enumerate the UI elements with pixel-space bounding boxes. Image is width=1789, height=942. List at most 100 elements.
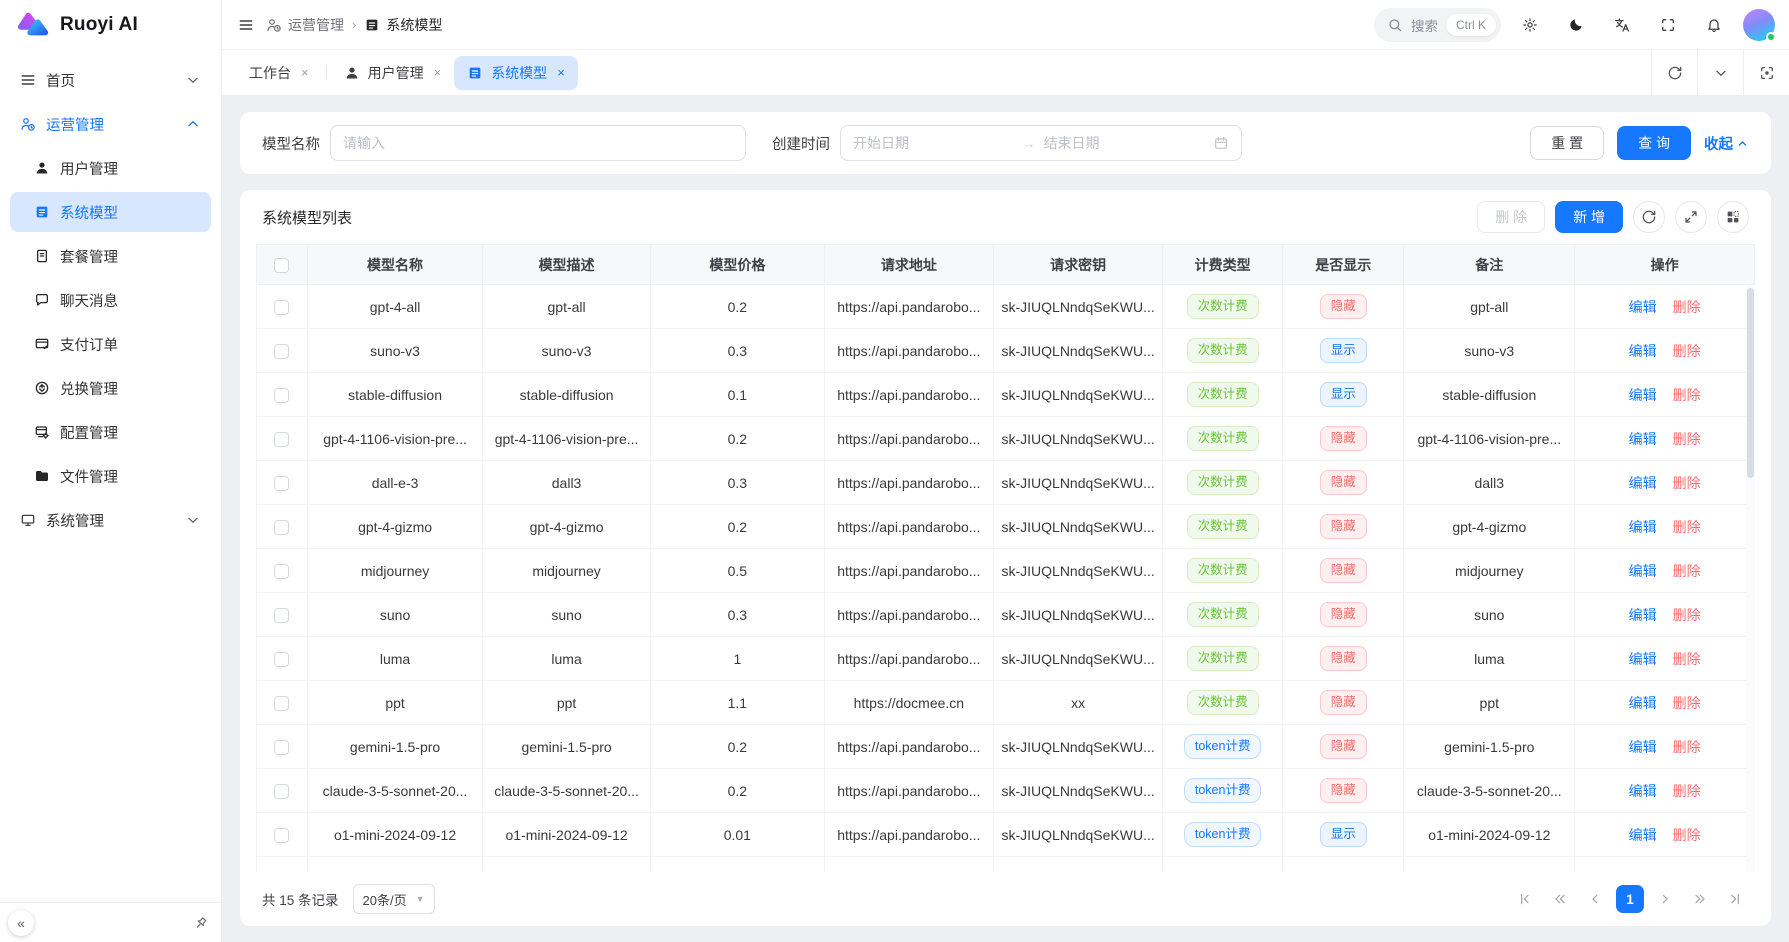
row-checkbox[interactable] — [274, 740, 289, 755]
tab-menu-button[interactable] — [1697, 50, 1743, 95]
first-page-button[interactable] — [1511, 885, 1539, 913]
sidebar-item-system-management[interactable]: 系统管理 — [10, 500, 211, 540]
prev-page-button[interactable] — [1581, 885, 1609, 913]
tab-user-management[interactable]: 用户管理 × — [331, 56, 455, 90]
sidebar-collapse-button[interactable]: « — [8, 910, 34, 936]
delete-link[interactable]: 删除 — [1673, 475, 1701, 491]
dark-mode-button[interactable] — [1559, 8, 1593, 42]
edit-link[interactable]: 编辑 — [1629, 827, 1657, 843]
edit-link[interactable]: 编辑 — [1629, 519, 1657, 535]
delete-link[interactable]: 删除 — [1673, 739, 1701, 755]
row-checkbox[interactable] — [274, 564, 289, 579]
table-scrollbar[interactable] — [1746, 285, 1755, 872]
edit-link[interactable]: 编辑 — [1629, 695, 1657, 711]
column-settings-button[interactable] — [1717, 201, 1749, 233]
delete-link[interactable]: 删除 — [1673, 827, 1701, 843]
edit-link[interactable]: 编辑 — [1629, 475, 1657, 491]
delete-button[interactable]: 删 除 — [1477, 201, 1545, 233]
hamburger-icon[interactable] — [238, 17, 254, 33]
user-avatar[interactable] — [1743, 9, 1775, 41]
close-icon[interactable]: × — [557, 65, 565, 80]
edit-link[interactable]: 编辑 — [1629, 563, 1657, 579]
edit-link[interactable]: 编辑 — [1629, 607, 1657, 623]
delete-link[interactable]: 删除 — [1673, 431, 1701, 447]
edit-link[interactable]: 编辑 — [1629, 783, 1657, 799]
row-checkbox[interactable] — [274, 784, 289, 799]
refresh-icon — [1667, 65, 1683, 81]
tab-system-models[interactable]: 系统模型 × — [454, 56, 578, 90]
edit-link[interactable]: 编辑 — [1629, 739, 1657, 755]
sidebar-item-exchange-management[interactable]: 兑换管理 — [10, 368, 211, 408]
table-row: sunosuno0.3https://api.pandarobo...sk-JI… — [257, 593, 1755, 637]
cell-request-key: sk-JIUQLNndqSeKWU... — [993, 813, 1162, 857]
edit-link[interactable]: 编辑 — [1629, 431, 1657, 447]
sidebar-item-config-management[interactable]: 配置管理 — [10, 412, 211, 452]
settings-button[interactable] — [1513, 8, 1547, 42]
sidebar-item-chat-messages[interactable]: 聊天消息 — [10, 280, 211, 320]
row-checkbox[interactable] — [274, 828, 289, 843]
row-checkbox[interactable] — [274, 608, 289, 623]
delete-link[interactable]: 删除 — [1673, 387, 1701, 403]
breadcrumb-parent[interactable]: 运营管理 — [266, 15, 344, 35]
tab-workbench[interactable]: 工作台 × — [236, 56, 322, 90]
delete-link[interactable]: 删除 — [1673, 343, 1701, 359]
edit-link[interactable]: 编辑 — [1629, 343, 1657, 359]
collapse-filter-link[interactable]: 收起 — [1704, 133, 1749, 154]
current-page-button[interactable]: 1 — [1616, 885, 1644, 913]
row-checkbox[interactable] — [274, 520, 289, 535]
next-10-button[interactable] — [1686, 885, 1714, 913]
row-checkbox[interactable] — [274, 388, 289, 403]
row-checkbox[interactable] — [274, 432, 289, 447]
sidebar-item-payment-orders[interactable]: 支付订单 — [10, 324, 211, 364]
content-fullscreen-button[interactable] — [1743, 50, 1789, 95]
sidebar-item-package-management[interactable]: 套餐管理 — [10, 236, 211, 276]
fullscreen-button[interactable] — [1651, 8, 1685, 42]
reset-button[interactable]: 重 置 — [1530, 126, 1604, 160]
delete-link[interactable]: 删除 — [1673, 519, 1701, 535]
search-button[interactable]: 查 询 — [1617, 126, 1691, 160]
breadcrumb-current[interactable]: 系统模型 — [364, 15, 442, 35]
select-all-checkbox[interactable] — [274, 258, 289, 273]
sidebar-item-file-management[interactable]: 文件管理 — [10, 456, 211, 496]
date-range-picker[interactable]: 开始日期 → 结束日期 — [840, 125, 1242, 161]
add-button[interactable]: 新 增 — [1555, 201, 1623, 233]
language-button[interactable] — [1605, 8, 1639, 42]
app-logo[interactable]: Ruoyi AI — [0, 0, 221, 50]
delete-link[interactable]: 删除 — [1673, 563, 1701, 579]
notifications-button[interactable] — [1697, 8, 1731, 42]
table-row: gemini-1.5-progemini-1.5-pro0.2https://a… — [257, 725, 1755, 769]
filter-card: 模型名称 创建时间 开始日期 → 结束日期 重 置 查 询 收起 — [240, 112, 1771, 174]
last-page-button[interactable] — [1721, 885, 1749, 913]
sidebar-item-home[interactable]: 首页 — [10, 60, 211, 100]
close-icon[interactable]: × — [301, 65, 309, 80]
edit-link[interactable]: 编辑 — [1629, 299, 1657, 315]
refresh-table-button[interactable] — [1633, 201, 1665, 233]
edit-link[interactable]: 编辑 — [1629, 387, 1657, 403]
model-name-input[interactable] — [330, 125, 746, 161]
delete-link[interactable]: 删除 — [1673, 607, 1701, 623]
delete-link[interactable]: 删除 — [1673, 783, 1701, 799]
expand-table-button[interactable] — [1675, 201, 1707, 233]
edit-link[interactable]: 编辑 — [1629, 651, 1657, 667]
delete-link[interactable]: 删除 — [1673, 695, 1701, 711]
delete-link[interactable]: 删除 — [1673, 651, 1701, 667]
sidebar-item-system-models[interactable]: 系统模型 — [10, 192, 211, 232]
next-page-button[interactable] — [1651, 885, 1679, 913]
sidebar-item-user-management[interactable]: 用户管理 — [10, 148, 211, 188]
delete-link[interactable]: 删除 — [1673, 299, 1701, 315]
refresh-tab-button[interactable] — [1651, 50, 1697, 95]
visibility-tag: 显示 — [1320, 338, 1367, 363]
row-checkbox[interactable] — [274, 696, 289, 711]
sidebar-item-operations[interactable]: 运营管理 — [10, 104, 211, 144]
page-size-select[interactable]: 20条/页 ▼ — [353, 884, 435, 914]
row-checkbox[interactable] — [274, 344, 289, 359]
close-icon[interactable]: × — [434, 65, 442, 80]
scrollbar-thumb[interactable] — [1747, 288, 1754, 478]
cell-billing-type: 次数计费 — [1163, 329, 1283, 373]
prev-10-button[interactable] — [1546, 885, 1574, 913]
pin-icon[interactable] — [190, 911, 213, 934]
row-checkbox[interactable] — [274, 652, 289, 667]
row-checkbox[interactable] — [274, 476, 289, 491]
global-search[interactable]: 搜索 Ctrl K — [1374, 8, 1501, 42]
row-checkbox[interactable] — [274, 300, 289, 315]
